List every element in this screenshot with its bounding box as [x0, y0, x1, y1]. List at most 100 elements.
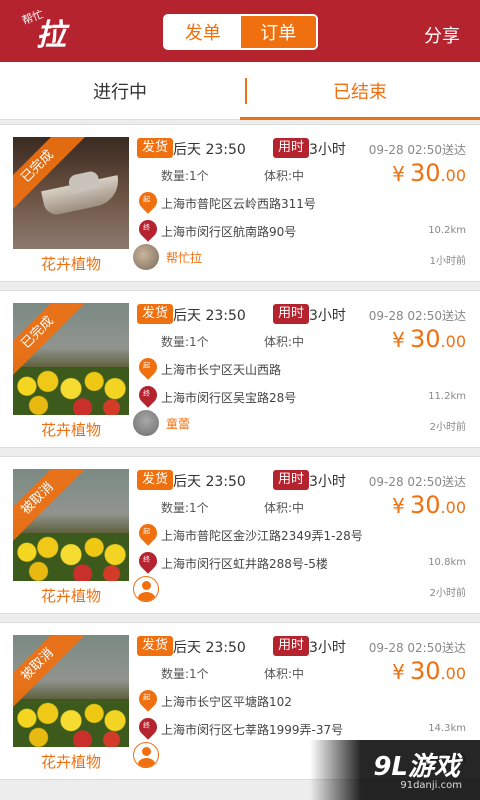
price-integer: 30 [410, 657, 441, 685]
order-category: 花卉植物 [40, 421, 101, 439]
quantity: 数量:1个 [161, 667, 209, 681]
price-currency: ¥ [392, 328, 405, 352]
dropoff-address: 上海市闵行区虹井路288号-5楼 [161, 557, 328, 571]
volume: 体积:中 [264, 501, 305, 515]
duration-value: 3小时 [309, 308, 346, 324]
distance: 10.8km [428, 557, 466, 568]
duration-value: 3小时 [309, 142, 346, 158]
pickup-time: 后天 23:50 [173, 308, 246, 324]
time-ago: 1小时前 [429, 256, 466, 267]
order-category: 花卉植物 [40, 587, 101, 605]
pickup-pin-label: 起 [143, 527, 151, 536]
order-thumbnail[interactable]: 已完成 [13, 303, 129, 415]
ship-badge: 发货 [137, 138, 174, 158]
price-integer: 30 [410, 491, 441, 519]
duration-badge: 用时 [273, 138, 310, 158]
order-category: 花卉植物 [40, 753, 101, 771]
logo-big-text: 拉 [36, 18, 66, 53]
order-card[interactable]: 已完成 花卉植物 发货 后天 23:50 用时 3小时 09-28 02:50送… [0, 124, 480, 282]
volume: 体积:中 [264, 169, 305, 183]
order-thumbnail[interactable]: 被取消 [13, 635, 129, 747]
courier-name[interactable]: 童蕾 [166, 415, 190, 432]
distance: 11.2km [428, 391, 466, 402]
pickup-pin-label: 起 [143, 195, 151, 204]
order-card[interactable]: 被取消 花卉植物 发货 后天 23:50 用时 3小时 09-28 02:50送… [0, 456, 480, 614]
price-decimal: .00 [440, 664, 466, 683]
courier-avatar[interactable] [133, 742, 159, 768]
order-card[interactable]: 已完成 花卉植物 发货 后天 23:50 用时 3小时 09-28 02:50送… [0, 290, 480, 448]
price-decimal: .00 [440, 498, 466, 517]
price-currency: ¥ [392, 660, 405, 684]
order-category: 花卉植物 [40, 255, 101, 273]
tab-finished[interactable]: 已结束 [240, 62, 480, 120]
quantity: 数量:1个 [161, 169, 209, 183]
dropoff-pin-label: 终 [143, 223, 151, 232]
watermark-site: 91danji.com [400, 780, 462, 791]
price-integer: 30 [410, 325, 441, 353]
order-price: ¥ 30.00 [392, 159, 466, 187]
duration-value: 3小时 [309, 474, 346, 490]
order-price: ¥ 30.00 [392, 491, 466, 519]
tab-bar: 进行中 已结束 [0, 62, 480, 120]
distance: 14.3km [428, 723, 466, 734]
pickup-pin-icon: 起 [135, 686, 161, 712]
dropoff-address: 上海市闵行区航南路90号 [161, 225, 297, 239]
share-button[interactable]: 分享 [424, 22, 460, 48]
dropoff-pin-label: 终 [143, 555, 151, 564]
pickup-pin-icon: 起 [135, 354, 161, 380]
quantity: 数量:1个 [161, 335, 209, 349]
order-thumbnail[interactable]: 被取消 [13, 469, 129, 581]
delivery-time: 09-28 02:50送达 [368, 641, 466, 655]
delivery-time: 09-28 02:50送达 [368, 475, 466, 489]
order-price: ¥ 30.00 [392, 325, 466, 353]
pickup-pin-label: 起 [143, 693, 151, 702]
courier-avatar[interactable] [133, 410, 159, 436]
volume: 体积:中 [264, 335, 305, 349]
pickup-address: 上海市长宁区天山西路 [161, 363, 282, 377]
segment-orders[interactable]: 订单 [240, 16, 316, 48]
distance: 10.2km [428, 225, 466, 236]
pickup-pin-icon: 起 [135, 188, 161, 214]
active-tab-indicator [240, 117, 480, 120]
volume: 体积:中 [264, 667, 305, 681]
pickup-pin-icon: 起 [135, 520, 161, 546]
courier-name[interactable]: 帮忙拉 [166, 249, 202, 266]
pickup-time: 后天 23:50 [173, 474, 246, 490]
segment-post-order[interactable]: 发单 [165, 16, 241, 48]
duration-value: 3小时 [309, 640, 346, 656]
dropoff-pin-icon: 终 [135, 548, 161, 574]
delivery-time: 09-28 02:50送达 [368, 309, 466, 323]
order-thumbnail[interactable]: 已完成 [13, 137, 129, 249]
pickup-time: 后天 23:50 [173, 142, 246, 158]
ship-badge: 发货 [137, 470, 174, 490]
pickup-pin-label: 起 [143, 361, 151, 370]
time-ago: 2小时前 [429, 588, 466, 599]
duration-badge: 用时 [273, 304, 310, 324]
pickup-time: 后天 23:50 [173, 640, 246, 656]
duration-badge: 用时 [273, 636, 310, 656]
watermark: 9L游戏 91danji.com [310, 740, 480, 800]
dropoff-pin-label: 终 [143, 721, 151, 730]
order-price: ¥ 30.00 [392, 657, 466, 685]
price-currency: ¥ [392, 162, 405, 186]
time-ago: 2小时前 [429, 422, 466, 433]
delivery-time: 09-28 02:50送达 [368, 143, 466, 157]
tab-in-progress[interactable]: 进行中 [0, 62, 240, 120]
price-decimal: .00 [440, 166, 466, 185]
ship-badge: 发货 [137, 636, 174, 656]
courier-avatar[interactable] [133, 576, 159, 602]
watermark-brand: 9L游戏 [373, 752, 460, 782]
price-currency: ¥ [392, 494, 405, 518]
dropoff-pin-icon: 终 [135, 382, 161, 408]
ship-badge: 发货 [137, 304, 174, 324]
price-integer: 30 [410, 159, 441, 187]
quantity: 数量:1个 [161, 501, 209, 515]
dropoff-pin-icon: 终 [135, 714, 161, 740]
courier-avatar[interactable] [133, 244, 159, 270]
dropoff-address: 上海市闵行区七莘路1999弄-37号 [161, 723, 344, 737]
pickup-address: 上海市普陀区云岭西路311号 [161, 197, 316, 211]
app-header: 帮忙 拉 发单 订单 分享 [0, 0, 480, 62]
dropoff-pin-icon: 终 [135, 216, 161, 242]
app-logo: 帮忙 拉 [20, 8, 72, 54]
segment-control: 发单 订单 [163, 14, 318, 50]
